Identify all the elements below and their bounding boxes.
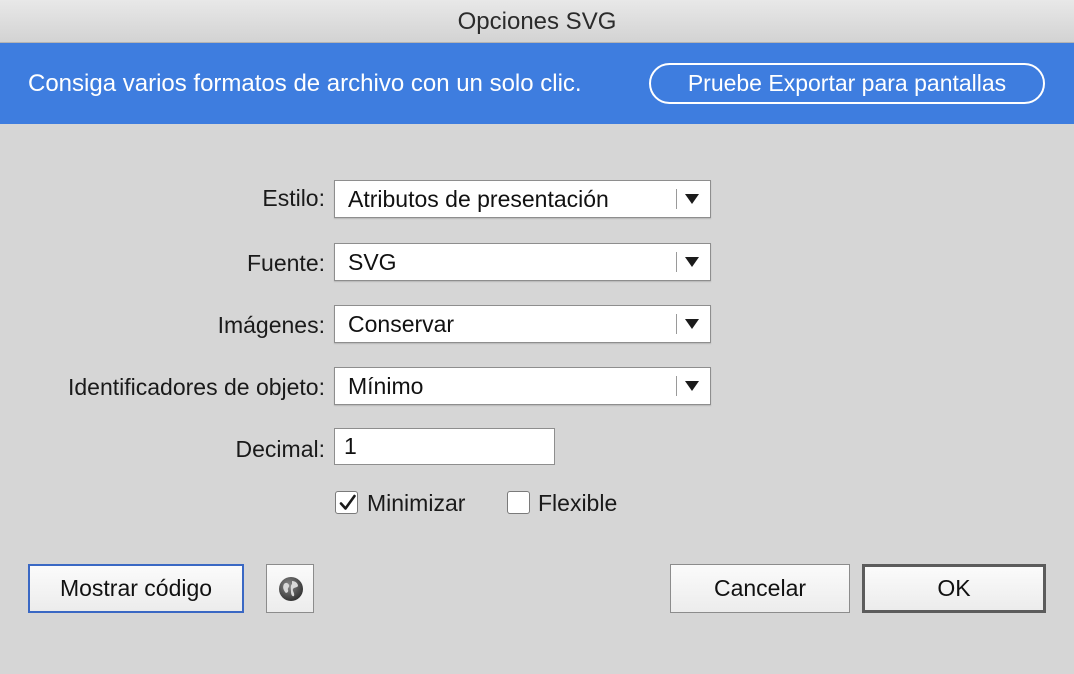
style-select-value: Atributos de presentación xyxy=(348,186,609,212)
style-select[interactable]: Atributos de presentación xyxy=(334,180,711,218)
object-ids-label: Identificadores de objeto: xyxy=(67,374,325,400)
svg-options-dialog: Opciones SVG Consiga varios formatos de … xyxy=(0,0,1074,674)
show-code-button[interactable]: Mostrar código xyxy=(28,564,244,613)
cancel-button[interactable]: Cancelar xyxy=(670,564,850,613)
banner-text: Consiga varios formatos de archivo con u… xyxy=(28,70,582,97)
select-divider xyxy=(676,376,677,396)
images-select-value: Conservar xyxy=(348,311,455,337)
responsive-checkbox[interactable] xyxy=(507,491,530,514)
minify-checkbox[interactable] xyxy=(335,491,358,514)
decimal-input[interactable] xyxy=(334,428,555,465)
responsive-label: Flexible xyxy=(538,490,618,516)
chevron-down-icon xyxy=(685,319,699,329)
ok-button[interactable]: OK xyxy=(862,564,1046,613)
images-label: Imágenes: xyxy=(217,312,325,338)
select-divider xyxy=(676,252,677,272)
try-export-for-screens-button[interactable]: Pruebe Exportar para pantallas xyxy=(649,63,1045,104)
style-label: Estilo: xyxy=(262,185,325,211)
export-promo-banner: Consiga varios formatos de archivo con u… xyxy=(0,43,1074,124)
globe-icon xyxy=(279,577,303,601)
select-divider xyxy=(676,314,677,334)
minify-label: Minimizar xyxy=(367,490,466,516)
object-ids-select-value: Mínimo xyxy=(348,373,424,399)
web-preview-button[interactable] xyxy=(266,564,314,613)
chevron-down-icon xyxy=(685,194,699,204)
window-title: Opciones SVG xyxy=(0,0,1074,43)
chevron-down-icon xyxy=(685,257,699,267)
chevron-down-icon xyxy=(685,381,699,391)
font-select[interactable]: SVG xyxy=(334,243,711,281)
font-select-value: SVG xyxy=(348,249,397,275)
checkmark-icon xyxy=(339,494,356,510)
images-select[interactable]: Conservar xyxy=(334,305,711,343)
object-ids-select[interactable]: Mínimo xyxy=(334,367,711,405)
select-divider xyxy=(676,189,677,209)
decimal-label: Decimal: xyxy=(235,436,325,462)
font-label: Fuente: xyxy=(247,250,325,276)
